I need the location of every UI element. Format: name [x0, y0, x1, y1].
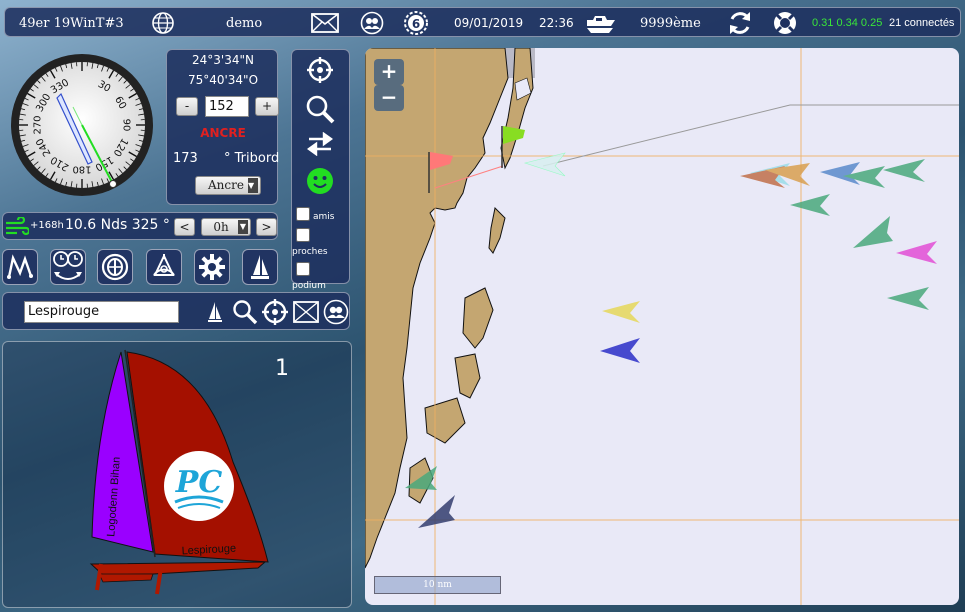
race-map[interactable]: + − 10 nm — [365, 48, 959, 605]
wind-next-button[interactable]: > — [256, 218, 277, 236]
sextant-icon — [153, 254, 175, 276]
wind-prev-button[interactable]: < — [174, 218, 195, 236]
race-date: 09/01/2019 — [454, 16, 524, 30]
wind-offset-select[interactable]: 0h ▼ — [201, 218, 251, 236]
boat-search-panel: Lespirouge — [2, 292, 350, 330]
zoom-in-button[interactable]: + — [374, 59, 404, 85]
connected-count[interactable]: 21 connectés — [889, 8, 954, 38]
longitude: 75°40'34"O — [187, 73, 259, 87]
top-bar: 49er 19WinT#3 demo 6 09/01/2019 22:36 99… — [4, 7, 961, 37]
boat-type-icon[interactable] — [585, 8, 617, 38]
race-name[interactable]: 49er 19WinT#3 — [19, 8, 124, 38]
podium-filter-label: podium — [292, 281, 326, 291]
boat-name: demo — [226, 15, 263, 31]
friends-filter-label: amis — [313, 212, 335, 222]
mail-icon[interactable] — [311, 8, 339, 38]
compass-label: 180 — [72, 164, 91, 175]
mode-select[interactable]: Ancre ▼ — [195, 176, 261, 195]
help-lifebuoy-icon[interactable] — [772, 8, 798, 38]
map-tools-panel: amis proches podium — [291, 49, 350, 291]
target-icon[interactable] — [262, 299, 288, 325]
boat-preview-panel: PC Logodenn Bihan Lespirouge 1 — [2, 341, 352, 608]
boat-search-input[interactable]: Lespirouge — [24, 301, 179, 323]
center-target-icon[interactable] — [307, 57, 333, 83]
map-canvas[interactable] — [365, 48, 959, 605]
timers-icon — [53, 251, 83, 280]
boat-number: 1 — [275, 356, 289, 381]
ranking-icon[interactable]: 6 — [403, 8, 429, 38]
tack-label: ° Tribord — [224, 151, 280, 166]
wind-offset-value: 0h — [213, 220, 229, 234]
perf-values: 0.31 0.34 0.25 — [812, 17, 883, 29]
sextant-button[interactable] — [146, 249, 182, 285]
wind-speed-direction: 10.6 Nds 325 ° — [65, 217, 170, 233]
boat-status: ANCRE — [200, 126, 246, 140]
mode-select-value: Ancre — [208, 178, 244, 192]
wind-panel: +168h 10.6 Nds 325 ° < 0h ▼ > — [2, 212, 278, 240]
gps-icon — [101, 253, 129, 281]
mail-icon[interactable] — [293, 301, 319, 323]
wind-forecast: +168h — [30, 220, 64, 231]
route-button[interactable] — [2, 249, 38, 285]
sailboat-icon — [251, 255, 269, 279]
sail-logo-text: PC — [175, 465, 223, 500]
position-panel: 24°3'34"N 75°40'34"O - 152 + ANCRE 173 °… — [166, 49, 280, 205]
nearby-filter-checkbox[interactable] — [296, 228, 310, 242]
heading-plus-button[interactable]: + — [255, 97, 279, 116]
compass-label: 270 — [33, 115, 44, 134]
compass-rose[interactable]: 306090120150180210240270300330 — [9, 52, 155, 198]
refresh-icon[interactable] — [726, 8, 754, 38]
heading-minus-button[interactable]: - — [176, 97, 198, 116]
rank[interactable]: 9999ème — [640, 8, 701, 38]
sailboat-small-icon[interactable] — [207, 301, 223, 323]
wind-icon — [6, 217, 29, 236]
dropdown-arrow-icon: ▼ — [238, 220, 248, 234]
settings-button[interactable] — [194, 249, 230, 285]
friends-icon[interactable] — [360, 8, 384, 38]
heading-input[interactable]: 152 — [205, 96, 249, 117]
settings-gear-icon — [199, 254, 225, 280]
gps-button[interactable] — [97, 249, 133, 285]
route-icon — [7, 254, 33, 279]
ranking-badge: 6 — [412, 17, 420, 31]
podium-filter-checkbox[interactable] — [296, 262, 310, 276]
friends-icon[interactable] — [323, 299, 349, 325]
globe-icon[interactable] — [151, 8, 175, 38]
smiley-icon[interactable] — [306, 167, 334, 195]
nearby-filter-label: proches — [292, 247, 328, 257]
sailboat-button[interactable] — [242, 249, 278, 285]
compass-label: 90 — [121, 119, 132, 132]
map-scale: 10 nm — [374, 576, 501, 594]
dropdown-arrow-icon: ▼ — [248, 178, 258, 193]
race-time: 22:36 — [539, 16, 574, 30]
opponent-boats[interactable] — [405, 152, 937, 528]
latitude: 24°3'34"N — [192, 53, 254, 67]
boat-illustration: PC Logodenn Bihan Lespirouge — [89, 349, 269, 595]
zoom-out-button[interactable]: − — [374, 85, 404, 111]
twa-value: 173 — [173, 151, 198, 166]
zoom-icon[interactable] — [305, 94, 335, 124]
search-icon[interactable] — [232, 299, 258, 325]
friends-filter-checkbox[interactable] — [296, 207, 310, 221]
timers-button[interactable] — [50, 249, 86, 285]
hull — [89, 561, 267, 576]
swap-arrows-icon[interactable] — [307, 132, 333, 156]
